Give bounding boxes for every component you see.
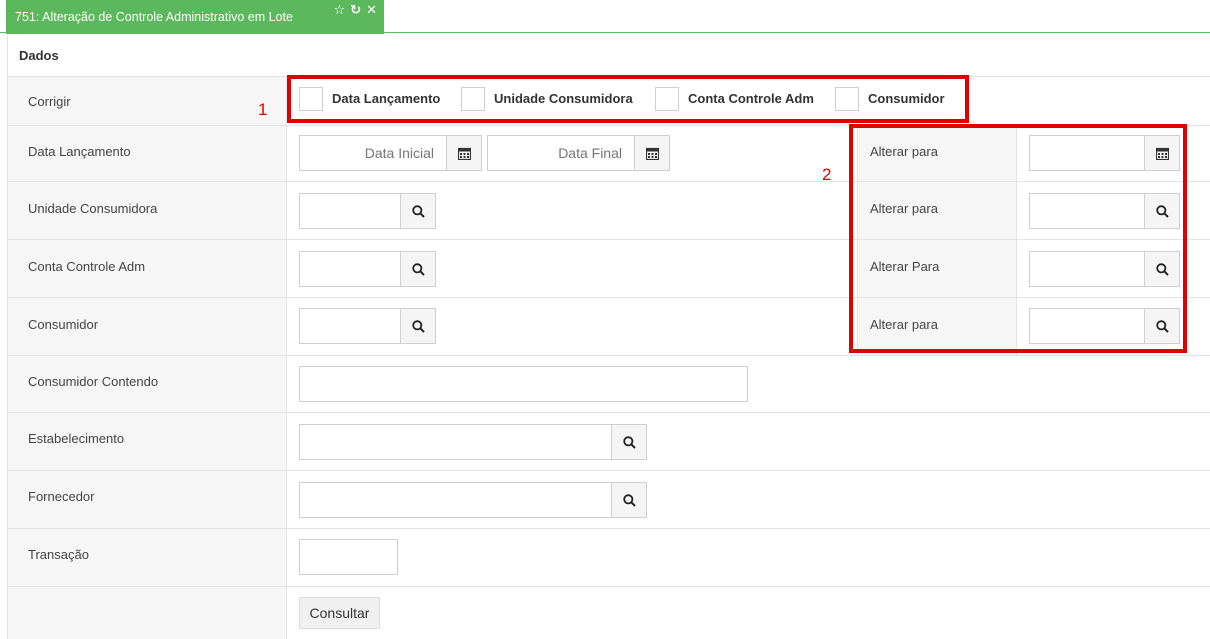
- row-actions: [7, 587, 1210, 639]
- label-cell: Estabelecimento: [7, 413, 287, 470]
- search-icon[interactable]: [401, 193, 436, 229]
- unidade-consumidora-input[interactable]: [299, 193, 401, 229]
- data-final-input[interactable]: [487, 135, 635, 171]
- row-label: Transação: [28, 547, 89, 562]
- row-label: Unidade Consumidora: [28, 201, 158, 216]
- conta-controle-adm-input[interactable]: [299, 251, 401, 287]
- label-cell: Data Lançamento: [7, 126, 287, 181]
- refresh-icon[interactable]: ↻: [350, 2, 361, 18]
- consumidor-contendo-input[interactable]: [299, 366, 748, 402]
- row-label: Consumidor: [28, 317, 99, 332]
- row-transacao: Transação: [7, 529, 1210, 587]
- search-icon[interactable]: [401, 308, 436, 344]
- tab-title: 751: Alteração de Controle Administrativ…: [15, 10, 293, 24]
- fornecedor-input[interactable]: [299, 482, 612, 518]
- annotation-box-2: [849, 124, 1187, 353]
- star-icon[interactable]: ☆: [334, 2, 346, 18]
- row-label: Data Lançamento: [28, 144, 131, 159]
- transacao-input[interactable]: [299, 539, 398, 575]
- label-cell: Consumidor: [7, 298, 287, 355]
- search-icon[interactable]: [612, 424, 647, 460]
- row-label: Conta Controle Adm: [28, 259, 146, 274]
- consumidor-input[interactable]: [299, 308, 401, 344]
- consultar-button[interactable]: Consultar: [299, 597, 380, 629]
- row-label: Fornecedor: [28, 489, 95, 504]
- data-inicial-input[interactable]: [299, 135, 447, 171]
- panel-title: Dados: [19, 48, 59, 63]
- close-icon[interactable]: ✕: [366, 2, 377, 18]
- label-cell: Fornecedor: [7, 471, 287, 528]
- row-label: Corrigir: [28, 94, 71, 109]
- tab-actions: ☆ ↻ ✕: [334, 2, 377, 18]
- tab-bar: 751: Alteração de Controle Administrativ…: [0, 0, 1210, 34]
- annotation-label-2: 2: [822, 165, 832, 184]
- calendar-icon[interactable]: [635, 135, 670, 171]
- label-cell: [7, 587, 287, 639]
- row-label: Consumidor Contendo: [28, 374, 159, 389]
- tab-active[interactable]: 751: Alteração de Controle Administrativ…: [6, 0, 384, 34]
- label-cell: Unidade Consumidora: [7, 182, 287, 239]
- estabelecimento-input[interactable]: [299, 424, 612, 460]
- label-cell: Corrigir: [7, 77, 287, 125]
- calendar-icon[interactable]: [447, 135, 482, 171]
- row-label: Estabelecimento: [28, 431, 125, 446]
- search-icon[interactable]: [612, 482, 647, 518]
- annotation-box-1: [287, 75, 969, 123]
- label-cell: Transação: [7, 529, 287, 586]
- label-cell: Consumidor Contendo: [7, 356, 287, 412]
- annotation-label-1: 1: [258, 100, 268, 119]
- search-icon[interactable]: [401, 251, 436, 287]
- panel-header: Dados: [7, 34, 1210, 77]
- label-cell: Conta Controle Adm: [7, 240, 287, 297]
